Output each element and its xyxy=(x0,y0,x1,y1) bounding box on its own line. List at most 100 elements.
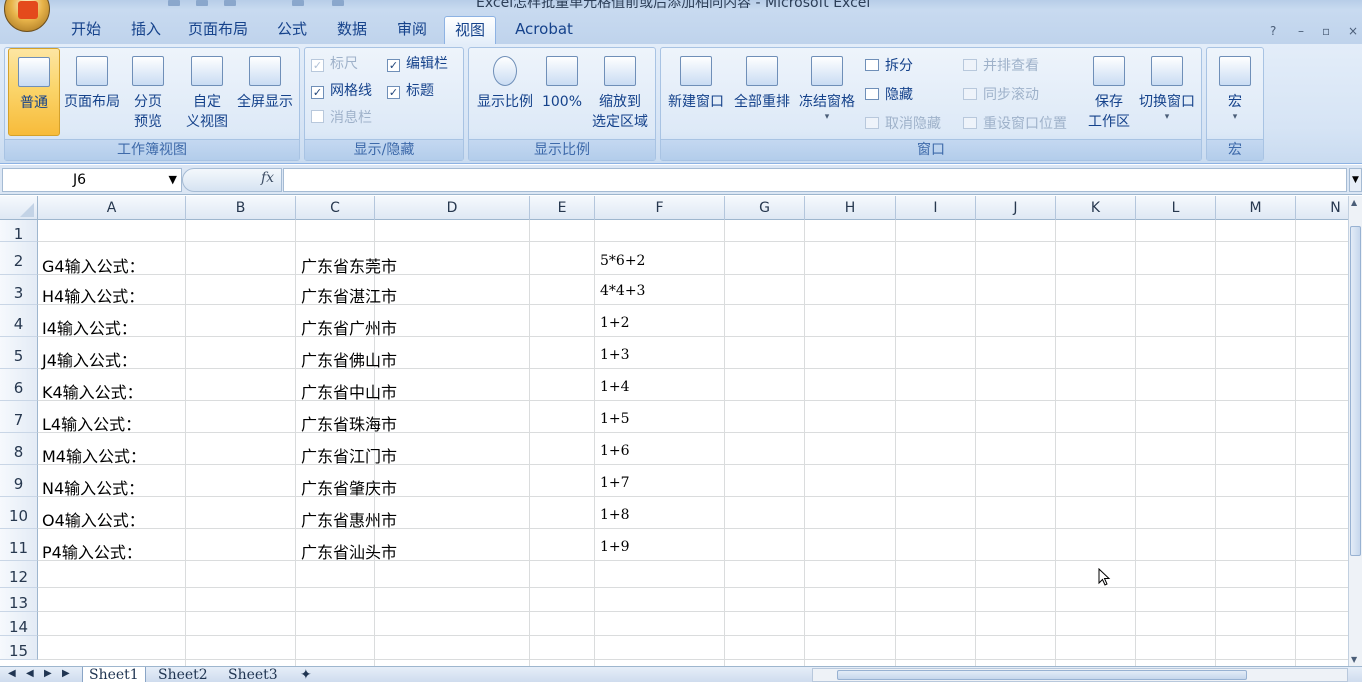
new-window-button[interactable]: 新建窗口 xyxy=(663,48,729,136)
row-header-11[interactable]: 11 xyxy=(0,529,38,561)
page-break-preview-button[interactable]: 分页 预览 xyxy=(125,48,171,136)
sheet-tab-sheet1[interactable]: Sheet1 xyxy=(82,667,146,682)
unhide-button[interactable]: 取消隐藏 xyxy=(865,114,941,134)
cell-c9[interactable]: 广东省肇庆市 xyxy=(301,475,397,499)
zoom-100-button[interactable]: 100% xyxy=(539,48,585,136)
cell-c7[interactable]: 广东省珠海市 xyxy=(301,411,397,435)
zoom-button[interactable]: 显示比例 xyxy=(473,48,537,136)
message-bar-checkbox[interactable]: 消息栏 xyxy=(311,108,372,128)
hide-button[interactable]: 隐藏 xyxy=(865,85,913,105)
scroll-up-icon[interactable]: ▲ xyxy=(1351,198,1357,207)
headings-checkbox[interactable]: ✓ 标题 xyxy=(387,81,434,101)
print-icon[interactable] xyxy=(332,0,344,6)
cell-f7[interactable]: 1+5 xyxy=(600,411,630,427)
cell-f9[interactable]: 1+7 xyxy=(600,475,630,491)
row-header-10[interactable]: 10 xyxy=(0,497,38,529)
cell-a3[interactable]: H4输入公式： xyxy=(42,283,144,307)
row-header-15[interactable]: 15 xyxy=(0,636,38,660)
cell-c8[interactable]: 广东省江门市 xyxy=(301,443,397,467)
insert-function-icon[interactable]: fx xyxy=(261,170,274,186)
cell-a8[interactable]: M4输入公式： xyxy=(42,443,146,467)
tab-acrobat[interactable]: Acrobat xyxy=(506,18,582,44)
row-header-6[interactable]: 6 xyxy=(0,369,38,401)
sheet-tab-sheet3[interactable]: Sheet3 xyxy=(222,667,284,682)
tab-data[interactable]: 数据 xyxy=(326,18,378,44)
cell-a9[interactable]: N4输入公式： xyxy=(42,475,144,499)
quick-access-icon[interactable] xyxy=(292,0,304,6)
horizontal-scroll-thumb[interactable] xyxy=(837,670,1247,680)
ruler-checkbox[interactable]: ✓ 标尺 xyxy=(311,54,358,74)
column-header-i[interactable]: I xyxy=(896,196,976,220)
cell-c3[interactable]: 广东省湛江市 xyxy=(301,283,397,307)
prev-sheet-icon[interactable]: ◀ xyxy=(26,668,34,679)
horizontal-scrollbar[interactable] xyxy=(812,668,1348,682)
help-icon[interactable]: ? xyxy=(1270,24,1276,38)
cell-f4[interactable]: 1+2 xyxy=(600,315,630,331)
cell-f6[interactable]: 1+4 xyxy=(600,379,630,395)
arrange-all-button[interactable]: 全部重排 xyxy=(729,48,795,136)
column-header-a[interactable]: A xyxy=(38,196,186,220)
page-layout-view-button[interactable]: 页面布局 xyxy=(61,48,123,136)
macros-button[interactable]: 宏 ▾ xyxy=(1209,48,1261,136)
cell-f3[interactable]: 4*4+3 xyxy=(600,283,645,299)
column-header-m[interactable]: M xyxy=(1216,196,1296,220)
save-icon[interactable] xyxy=(168,0,180,6)
cell-a4[interactable]: I4输入公式： xyxy=(42,315,137,339)
row-header-8[interactable]: 8 xyxy=(0,433,38,465)
undo-icon[interactable] xyxy=(196,0,208,6)
tab-view[interactable]: 视图 xyxy=(444,16,496,45)
cell-c6[interactable]: 广东省中山市 xyxy=(301,379,397,403)
sheet-tab-sheet2[interactable]: Sheet2 xyxy=(152,667,214,682)
cell-c4[interactable]: 广东省广州市 xyxy=(301,315,397,339)
cell-f5[interactable]: 1+3 xyxy=(600,347,630,363)
vertical-scrollbar[interactable]: ▲ ▼ xyxy=(1348,196,1362,666)
column-header-g[interactable]: G xyxy=(725,196,805,220)
cell-a10[interactable]: O4输入公式： xyxy=(42,507,145,531)
column-header-h[interactable]: H xyxy=(805,196,896,220)
normal-view-button[interactable]: 普通 xyxy=(8,48,60,136)
row-header-9[interactable]: 9 xyxy=(0,465,38,497)
row-header-12[interactable]: 12 xyxy=(0,561,38,588)
minimize-icon[interactable]: – xyxy=(1298,24,1304,38)
formula-input[interactable] xyxy=(283,168,1347,192)
cell-c10[interactable]: 广东省惠州市 xyxy=(301,507,397,531)
expand-formula-bar-icon[interactable]: ▼ xyxy=(1349,168,1362,192)
select-all-button[interactable] xyxy=(0,196,38,220)
worksheet-grid[interactable]: ABCDEFGHIJKLMN 1 2 3 4 5 6 7 8 9 10 11 12 13 14 15 G4输入… xyxy=(0,196,1348,666)
redo-icon[interactable] xyxy=(224,0,236,6)
column-header-n[interactable]: N xyxy=(1296,196,1348,220)
split-button[interactable]: 拆分 xyxy=(865,56,913,76)
cell-a11[interactable]: P4输入公式： xyxy=(42,539,142,563)
cell-f8[interactable]: 1+6 xyxy=(600,443,630,459)
column-header-f[interactable]: F xyxy=(595,196,725,220)
freeze-panes-button[interactable]: 冻结窗格 ▾ xyxy=(795,48,859,136)
chevron-down-icon[interactable]: ▼ xyxy=(169,169,177,191)
cell-a2[interactable]: G4输入公式： xyxy=(42,253,145,277)
column-header-l[interactable]: L xyxy=(1136,196,1216,220)
tab-page-layout[interactable]: 页面布局 xyxy=(180,18,256,44)
sync-scroll-button[interactable]: 同步滚动 xyxy=(963,85,1039,105)
row-header-5[interactable]: 5 xyxy=(0,337,38,369)
cell-f2[interactable]: 5*6+2 xyxy=(600,253,645,269)
cell-c5[interactable]: 广东省佛山市 xyxy=(301,347,397,371)
cell-a5[interactable]: J4输入公式： xyxy=(42,347,137,371)
switch-windows-button[interactable]: 切换窗口 ▾ xyxy=(1135,48,1199,136)
cell-f11[interactable]: 1+9 xyxy=(600,539,630,555)
insert-sheet-icon[interactable]: ✦ xyxy=(294,667,318,682)
first-sheet-icon[interactable]: ◀ xyxy=(8,668,16,679)
cell-a6[interactable]: K4输入公式： xyxy=(42,379,143,403)
full-screen-button[interactable]: 全屏显示 xyxy=(233,48,297,136)
row-header-1[interactable]: 1 xyxy=(0,220,38,243)
next-sheet-icon[interactable]: ▶ xyxy=(44,668,52,679)
column-header-e[interactable]: E xyxy=(530,196,595,220)
zoom-to-selection-button[interactable]: 缩放到 选定区域 xyxy=(587,48,653,136)
cell-a7[interactable]: L4输入公式： xyxy=(42,411,141,435)
row-header-13[interactable]: 13 xyxy=(0,588,38,612)
last-sheet-icon[interactable]: ▶ xyxy=(62,668,70,679)
reset-position-button[interactable]: 重设窗口位置 xyxy=(963,114,1067,134)
row-header-4[interactable]: 4 xyxy=(0,305,38,337)
restore-icon[interactable]: ▫ xyxy=(1322,24,1330,38)
tab-home[interactable]: 开始 xyxy=(60,18,112,44)
cell-f10[interactable]: 1+8 xyxy=(600,507,630,523)
tab-formulas[interactable]: 公式 xyxy=(266,18,318,44)
